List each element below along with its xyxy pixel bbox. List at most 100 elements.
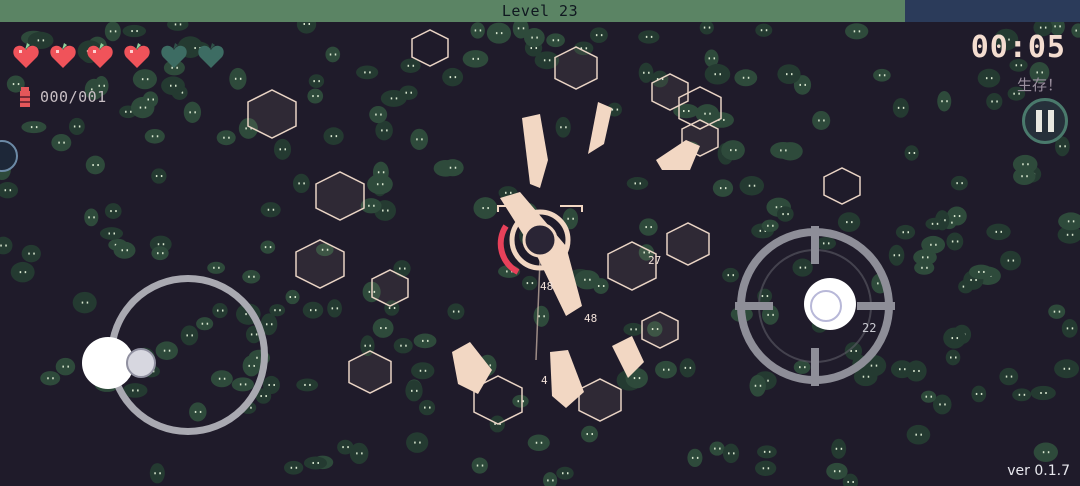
foliage-plant [950,175,968,191]
foliage-plant [406,432,429,453]
foliage-plant [308,74,325,89]
crystal-enemy [295,239,345,289]
heart-icon [13,43,39,68]
foliage-plant [831,438,847,459]
foliage-plant [411,362,435,380]
crystal-enemy [315,171,365,221]
foliage-plant [303,456,327,470]
foliage-plant [410,128,429,150]
foliage-plant [914,260,935,275]
foliage-plant [527,434,550,452]
foliage-plant [104,203,122,220]
foliage-plant [921,235,946,254]
foliage-plant [327,299,342,318]
crystal-enemy [641,311,679,349]
foliage-plant [400,58,421,73]
foliage-plant [709,441,725,456]
foliage-plant [302,301,324,319]
foliage-plant [40,371,61,386]
blade-projectile [522,114,548,188]
foliage-plant [873,68,891,82]
foliage-plant [754,460,777,476]
foliage-plant [925,217,945,230]
foliage-plant [721,140,745,161]
foliage-plant [845,23,869,40]
crystal-enemy [823,167,861,205]
foliage-plant [1061,319,1078,338]
foliage-plant [1071,23,1080,38]
damage-number: 27 [648,254,662,267]
foliage-plant [589,27,608,43]
player-core [522,222,558,258]
foliage-plant [380,89,407,107]
foliage-plant [273,138,292,160]
foliage-plant [971,385,987,403]
foliage-plant [699,20,714,35]
foliage-plant [655,360,677,379]
crystal-enemy [348,350,392,394]
foliage-plant [142,91,159,108]
foliage-plant [349,442,369,465]
foliage-plant [892,97,909,118]
damage-number: 48 [584,312,598,325]
foliage-plant [826,462,848,480]
foliage-plant [638,30,660,44]
foliage-plant [1012,388,1032,402]
foliage-plant [207,261,226,274]
foliage-plant [0,236,13,255]
foliage-plant [51,133,72,152]
foliage-plant [471,457,488,474]
foliage-plant [906,424,931,445]
foliage-plant [512,394,529,408]
pause-button[interactable] [1022,98,1068,144]
foliage-plant [296,378,319,392]
heart-icon [198,43,224,68]
foliage-plant [1030,385,1056,401]
foliage-plant [113,241,136,259]
foliage-plant [770,142,797,159]
foliage-plant [405,380,423,402]
objective-status: 生存！ [1016,76,1062,94]
foliage-plant [84,208,99,227]
foliage-plant [704,63,731,85]
foliage-plant [943,327,966,349]
foliage-plant [442,67,464,87]
foliage-plant [679,358,696,378]
ammo-count: 000/001 [40,88,107,106]
version-label: ver 0.1.7 [1007,463,1070,479]
foliage-plant [581,425,598,443]
foliage-plant [722,443,740,464]
foliage-plant [183,101,202,123]
foliage-plant [977,68,1001,88]
foliage-plant [969,264,994,280]
foliage-plant [151,246,169,261]
foliage-plant [574,270,600,290]
foliage-plant [393,337,413,354]
foliage-plant [369,105,388,124]
foliage-plant [132,69,157,90]
foliage-plant [712,179,734,197]
foliage-plant [986,223,1011,241]
foliage-plant [556,466,574,480]
crystal-enemy [666,222,710,266]
foliage-plant [734,69,758,87]
foliage-plant [323,127,344,145]
foliage-plant [413,333,437,349]
foliage-plant [149,463,165,484]
foliage-plant [486,22,512,44]
crystal-enemy [578,378,622,422]
foliage-plant [325,46,341,63]
heart-icon [87,43,113,68]
foliage-plant [72,291,97,314]
foliage-plant [623,322,644,336]
crystal-enemy [554,46,598,90]
foliage-plant [441,159,464,177]
foliage-plant [812,110,831,130]
damage-number: 4 [541,374,548,387]
foliage-plant [776,206,794,222]
foliage-plant [21,121,47,134]
foliage-plant [687,448,703,468]
foliage-plant [122,24,147,38]
foliage-plant [21,244,41,263]
foliage-plant [229,67,247,90]
